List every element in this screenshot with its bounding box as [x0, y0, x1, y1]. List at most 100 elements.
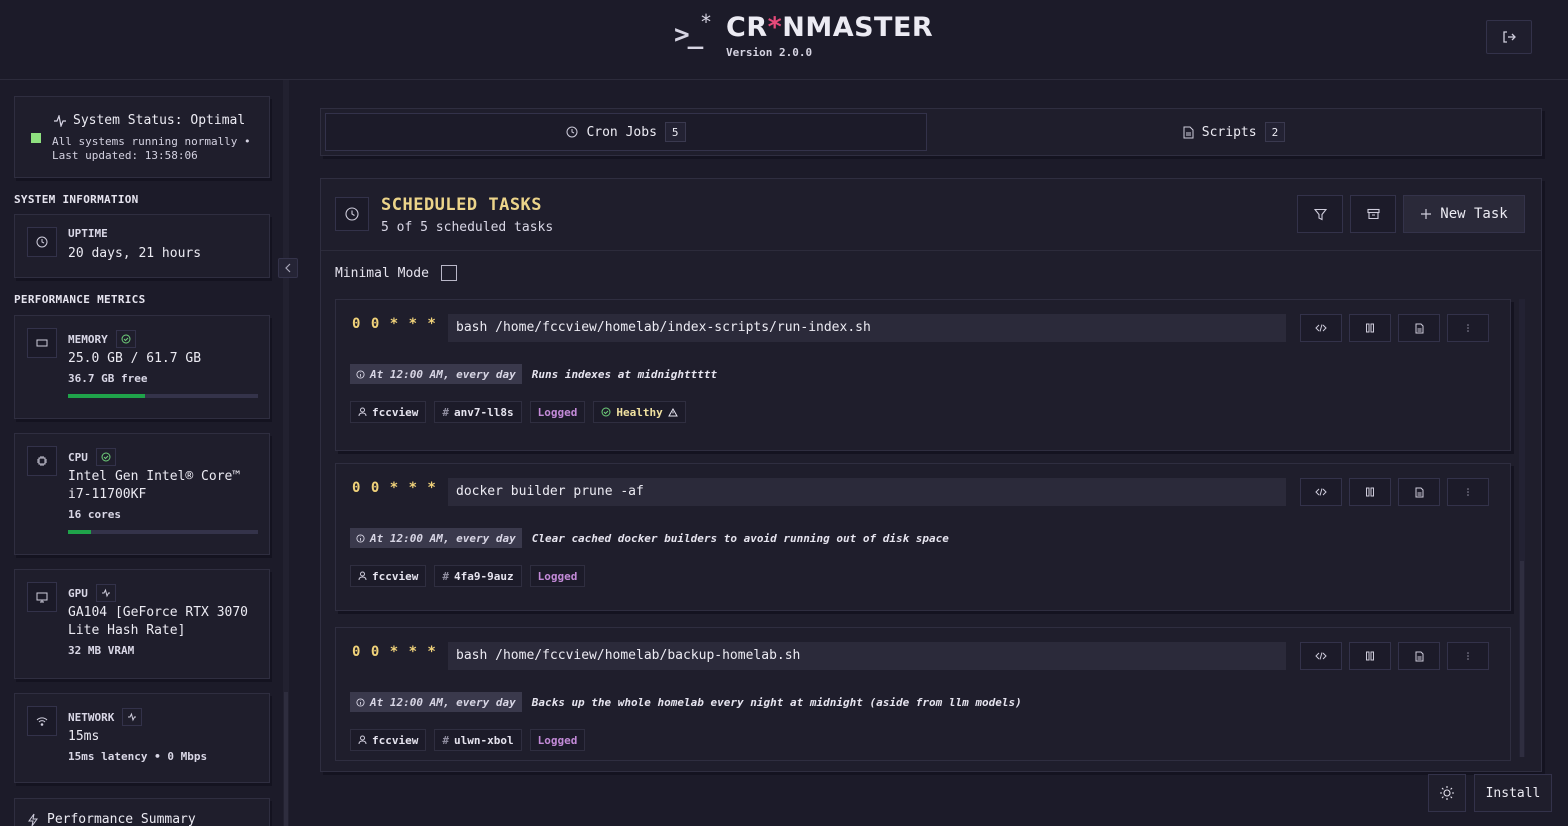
wifi-icon	[27, 706, 57, 736]
logo: >_ * CR*NMASTER Version 2.0.0	[672, 10, 934, 59]
pause-button[interactable]	[1349, 314, 1391, 342]
system-info-heading: SYSTEM INFORMATION	[14, 193, 139, 206]
file-text-icon	[1415, 487, 1423, 497]
minimal-mode-checkbox[interactable]	[440, 265, 457, 281]
tab-label: Cron Jobs	[586, 124, 657, 140]
job-command: bash /home/fccview/homelab/index-scripts…	[448, 314, 1286, 342]
schedule-human-badge: At 12:00 AM, every day	[350, 528, 522, 548]
logout-button[interactable]	[1486, 20, 1532, 54]
status-title: System Status: Optimal	[73, 113, 246, 128]
pause-button[interactable]	[1349, 478, 1391, 506]
more-vertical-icon	[1467, 488, 1469, 496]
minimal-mode-toggle: Minimal Mode	[335, 265, 457, 281]
cron-schedule: 0 0 * * *	[352, 644, 437, 660]
gpu-vram: 32 MB VRAM	[68, 644, 135, 657]
app-title: CR*NMASTER	[726, 12, 934, 43]
edit-code-button[interactable]	[1300, 314, 1342, 342]
uptime-value: 20 days, 21 hours	[68, 246, 202, 261]
collapse-sidebar-button[interactable]	[278, 258, 298, 278]
file-text-icon	[1415, 651, 1423, 661]
pause-icon	[1366, 487, 1374, 497]
job-list-scrollbar[interactable]	[1519, 299, 1525, 757]
job-description: Runs indexes at midnighttttt	[531, 367, 718, 381]
network-value: 15ms	[68, 729, 100, 744]
memory-card: MEMORY 25.0 GB / 61.7 GB 36.7 GB free	[14, 315, 270, 419]
performance-heading: PERFORMANCE METRICS	[14, 293, 146, 306]
status-indicator	[31, 133, 41, 143]
schedule-human-badge: At 12:00 AM, every day	[350, 364, 522, 384]
install-button[interactable]: Install	[1474, 774, 1552, 812]
user-icon	[358, 407, 367, 417]
plus-icon	[1421, 209, 1432, 219]
activity-icon	[54, 114, 66, 127]
archive-button[interactable]	[1350, 195, 1396, 233]
memory-progress-bar	[68, 394, 258, 398]
view-logs-button[interactable]	[1398, 314, 1440, 342]
view-logs-button[interactable]	[1398, 478, 1440, 506]
job-card: 0 0 * * * bash /home/fccview/homelab/bac…	[335, 627, 1511, 761]
minimal-mode-label: Minimal Mode	[335, 265, 429, 281]
gpu-value: GA104 [GeForce RTX 3070 Lite Hash Rate]	[68, 605, 249, 638]
check-circle-icon	[95, 448, 116, 466]
code-icon	[1315, 488, 1327, 496]
tab-count-badge: 5	[664, 122, 686, 142]
logged-tag: Logged	[529, 565, 586, 587]
user-icon	[358, 571, 367, 581]
app-header: >_ * CR*NMASTER Version 2.0.0	[0, 0, 1568, 80]
edit-code-button[interactable]	[1300, 642, 1342, 670]
info-icon	[356, 697, 365, 707]
file-text-icon	[1415, 323, 1423, 333]
terminal-icon: >_ *	[674, 10, 713, 50]
job-description: Clear cached docker builders to avoid ru…	[531, 531, 949, 545]
monitor-icon	[27, 582, 57, 612]
check-circle-icon	[601, 407, 611, 417]
zap-icon	[28, 813, 38, 826]
new-task-label: New Task	[1440, 206, 1508, 222]
cpu-card: CPU Intel Gen Intel® Core™ i7-11700KF 16…	[14, 433, 270, 555]
panel-title: SCHEDULED TASKS	[381, 195, 543, 215]
logged-tag: Logged	[529, 729, 586, 751]
warning-icon	[667, 407, 678, 416]
gpu-card: GPU GA104 [GeForce RTX 3070 Lite Hash Ra…	[14, 569, 270, 679]
tab-scripts[interactable]: Scripts 2	[929, 113, 1539, 151]
filter-button[interactable]	[1297, 195, 1343, 233]
pause-button[interactable]	[1349, 642, 1391, 670]
hash-icon: #	[442, 569, 449, 583]
more-vertical-icon	[1467, 324, 1469, 332]
theme-toggle-button[interactable]	[1428, 774, 1466, 812]
cron-schedule: 0 0 * * *	[352, 316, 437, 332]
tab-cron-jobs[interactable]: Cron Jobs 5	[325, 113, 927, 151]
memory-value: 25.0 GB / 61.7 GB	[68, 351, 202, 366]
performance-summary-label: Performance Summary	[47, 812, 196, 826]
job-card: 0 0 * * * bash /home/fccview/homelab/ind…	[335, 299, 1511, 451]
system-status-card: System Status: Optimal All systems runni…	[14, 96, 270, 178]
network-card: NETWORK 15ms 15ms latency • 0 Mbps	[14, 693, 270, 783]
user-tag: fccview	[350, 401, 427, 423]
view-logs-button[interactable]	[1398, 642, 1440, 670]
new-task-button[interactable]: New Task	[1403, 195, 1525, 233]
cpu-icon	[27, 446, 57, 476]
network-label: NETWORK	[68, 710, 115, 724]
user-tag: fccview	[350, 729, 427, 751]
status-subtitle: All systems running normally • Last upda…	[52, 135, 251, 162]
job-card: 0 0 * * * docker builder prune -af At 12…	[335, 463, 1511, 611]
chevron-left-icon	[285, 263, 291, 273]
more-options-button[interactable]	[1447, 314, 1489, 342]
edit-code-button[interactable]	[1300, 478, 1342, 506]
performance-summary-card[interactable]: Performance Summary	[14, 798, 270, 826]
tab-label: Scripts	[1201, 124, 1257, 140]
sidebar-scrollbar[interactable]	[283, 80, 289, 826]
more-options-button[interactable]	[1447, 642, 1489, 670]
sidebar: System Status: Optimal All systems runni…	[0, 80, 298, 826]
more-options-button[interactable]	[1447, 478, 1489, 506]
tab-count-badge: 2	[1264, 122, 1286, 142]
clock-icon	[335, 197, 369, 231]
hash-icon: #	[442, 733, 449, 747]
memory-label: MEMORY	[68, 332, 108, 346]
sun-icon	[1440, 786, 1454, 800]
uptime-label: UPTIME	[68, 227, 108, 240]
activity-icon	[122, 708, 143, 726]
more-vertical-icon	[1467, 652, 1469, 660]
check-circle-icon	[115, 330, 136, 348]
health-tag[interactable]: Healthy	[593, 401, 686, 423]
